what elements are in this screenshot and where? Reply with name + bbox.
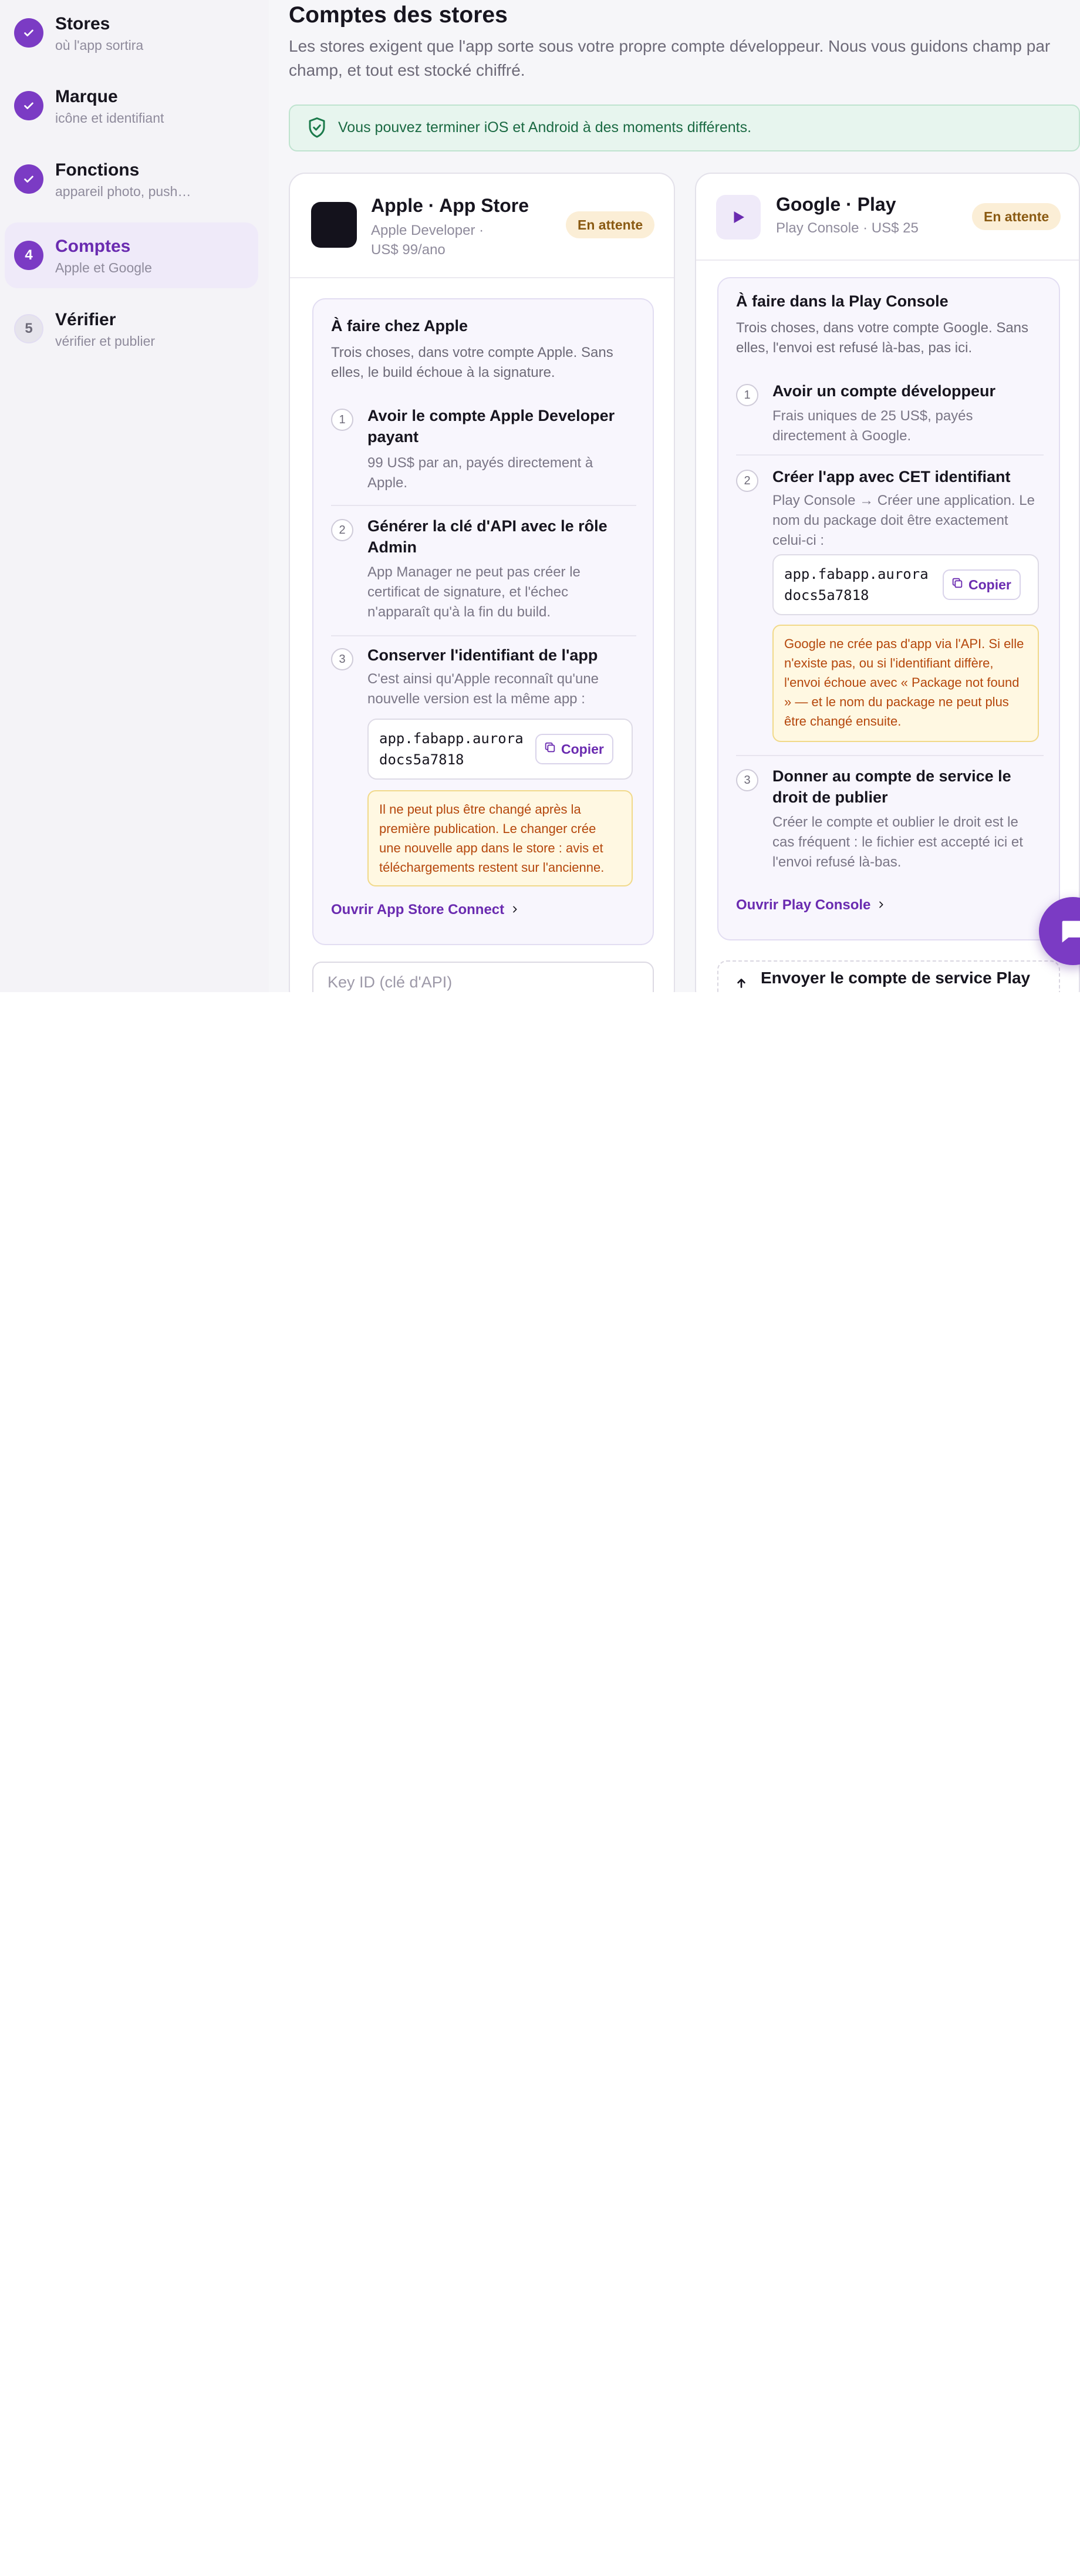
step-number: 3 xyxy=(331,648,353,670)
key-id-placeholder: Key ID (clé d'API) xyxy=(328,973,453,991)
google-package-id: app.fabapp.aurora docs5a7818 xyxy=(784,566,929,603)
apple-warning: Il ne peut plus être changé après la pre… xyxy=(367,790,633,886)
upload-label: Envoyer le compte de service Play xyxy=(761,969,1031,987)
apple-store-card: Apple · App Store Apple Developer · US$ … xyxy=(289,173,675,992)
chevron-right-icon xyxy=(876,897,886,913)
google-step-description: Frais uniques de 25 US$, payés directeme… xyxy=(772,408,973,444)
step-done-check-icon xyxy=(14,91,43,120)
step-number: 1 xyxy=(736,384,758,406)
google-todo-panel: À faire dans la Play Console Trois chose… xyxy=(717,277,1060,940)
step-fonctions[interactable]: Fonctions appareil photo, push… xyxy=(5,146,258,212)
page-title: Comptes des stores xyxy=(289,2,508,28)
apple-bundle-id-box: app.fabapp.aurora docs5a7818 Copier xyxy=(367,719,633,780)
divider xyxy=(331,505,636,506)
google-step-title: Créer l'app avec CET identifiant xyxy=(772,468,1011,485)
apple-todo-title: À faire chez Apple xyxy=(331,317,468,335)
app-window: Stores où l'app sortira Marque icône et … xyxy=(0,0,1080,992)
link-label: Ouvrir App Store Connect xyxy=(331,902,505,918)
open-play-console-link[interactable]: Ouvrir Play Console xyxy=(736,897,886,913)
google-todo-description: Trois choses, dans votre compte Google. … xyxy=(736,320,1029,356)
step-title: Vérifier xyxy=(55,310,116,329)
step-subtitle: Apple et Google xyxy=(55,260,152,275)
step-title: Fonctions xyxy=(55,160,140,180)
apple-card-subtitle: Apple Developer · US$ 99/ano xyxy=(371,222,484,258)
play-logo-icon xyxy=(716,195,761,240)
step-marque[interactable]: Marque icône et identifiant xyxy=(5,73,258,139)
upload-icon xyxy=(734,976,749,992)
copy-label: Copier xyxy=(968,576,1011,592)
upload-service-account-dropzone[interactable]: Envoyer le compte de service Play xyxy=(717,960,1060,992)
google-warning: Google ne crée pas d'app via l'API. Si e… xyxy=(772,625,1039,742)
apple-card-header: Apple · App Store Apple Developer · US$ … xyxy=(290,174,674,278)
divider xyxy=(331,635,636,636)
apple-step-title: Conserver l'identifiant de l'app xyxy=(367,646,598,664)
apple-status-badge: En attente xyxy=(566,211,655,238)
google-status-badge: En attente xyxy=(972,203,1061,230)
google-step-description: Play Console → Créer une application. Le… xyxy=(772,493,1035,548)
google-step-title: Donner au compte de service le droit de … xyxy=(772,767,1011,806)
step-comptes[interactable]: 4 Comptes Apple et Google xyxy=(5,222,258,288)
google-play-card: Google · Play Play Console · US$ 25 En a… xyxy=(695,173,1080,992)
copy-label: Copier xyxy=(561,741,604,757)
step-verifier[interactable]: 5 Vérifier vérifier et publier xyxy=(5,296,258,362)
apple-step-description: C'est ainsi qu'Apple reconnaît qu'une no… xyxy=(367,671,599,707)
divider xyxy=(736,454,1044,456)
copy-icon xyxy=(544,741,556,757)
google-card-title: Google · Play xyxy=(776,194,896,215)
chevron-right-icon xyxy=(510,902,519,918)
step-number: 2 xyxy=(736,470,758,492)
key-id-input[interactable]: Key ID (clé d'API) xyxy=(312,962,654,992)
step-number: 4 xyxy=(14,241,43,270)
info-banner-text: Vous pouvez terminer iOS et Android à de… xyxy=(338,119,752,136)
link-label: Ouvrir Play Console xyxy=(736,897,871,913)
step-subtitle: appareil photo, push… xyxy=(55,184,191,199)
step-number: 3 xyxy=(736,769,758,791)
apple-step-description: App Manager ne peut pas créer le certifi… xyxy=(367,564,580,620)
google-card-header: Google · Play Play Console · US$ 25 En a… xyxy=(696,174,1079,261)
step-subtitle: vérifier et publier xyxy=(55,333,156,349)
step-number: 1 xyxy=(331,409,353,431)
step-title: Stores xyxy=(55,14,110,33)
info-banner: Vous pouvez terminer iOS et Android à de… xyxy=(289,104,1080,151)
step-title: Comptes xyxy=(55,237,131,256)
step-done-check-icon xyxy=(14,164,43,194)
apple-step-title: Générer la clé d'API avec le rôle Admin xyxy=(367,517,608,556)
step-subtitle: où l'app sortira xyxy=(55,38,144,53)
copy-icon xyxy=(951,576,964,593)
google-step-title: Avoir un compte développeur xyxy=(772,382,996,400)
step-number: 5 xyxy=(14,314,43,343)
apple-step-title: Avoir le compte Apple Developer payant xyxy=(367,407,615,446)
wizard-sidebar: Stores où l'app sortira Marque icône et … xyxy=(0,0,269,992)
shield-check-icon xyxy=(306,116,328,143)
google-card-subtitle: Play Console · US$ 25 xyxy=(776,220,919,236)
apple-todo-panel: À faire chez Apple Trois choses, dans vo… xyxy=(312,298,654,945)
apple-step-description: 99 US$ par an, payés directement à Apple… xyxy=(367,455,593,491)
google-todo-title: À faire dans la Play Console xyxy=(736,292,949,310)
apple-bundle-id: app.fabapp.aurora docs5a7818 xyxy=(379,730,524,768)
apple-card-title: Apple · App Store xyxy=(371,195,529,216)
apple-todo-description: Trois choses, dans votre compte Apple. S… xyxy=(331,345,613,380)
step-subtitle: icône et identifiant xyxy=(55,110,164,126)
google-step-description: Créer le compte et oublier le droit est … xyxy=(772,814,1023,870)
step-done-check-icon xyxy=(14,18,43,48)
apple-copy-button[interactable]: Copier xyxy=(535,734,613,764)
chat-bubble-icon xyxy=(1057,916,1080,949)
open-app-store-connect-link[interactable]: Ouvrir App Store Connect xyxy=(331,902,519,918)
divider xyxy=(736,755,1044,756)
step-title: Marque xyxy=(55,87,118,106)
step-stores[interactable]: Stores où l'app sortira xyxy=(5,0,258,66)
google-package-id-box: app.fabapp.aurora docs5a7818 Copier xyxy=(772,554,1039,615)
google-copy-button[interactable]: Copier xyxy=(943,569,1021,600)
step-number: 2 xyxy=(331,519,353,541)
page-description: Les stores exigent que l'app sorte sous … xyxy=(289,37,1051,79)
apple-logo-icon xyxy=(311,202,357,248)
